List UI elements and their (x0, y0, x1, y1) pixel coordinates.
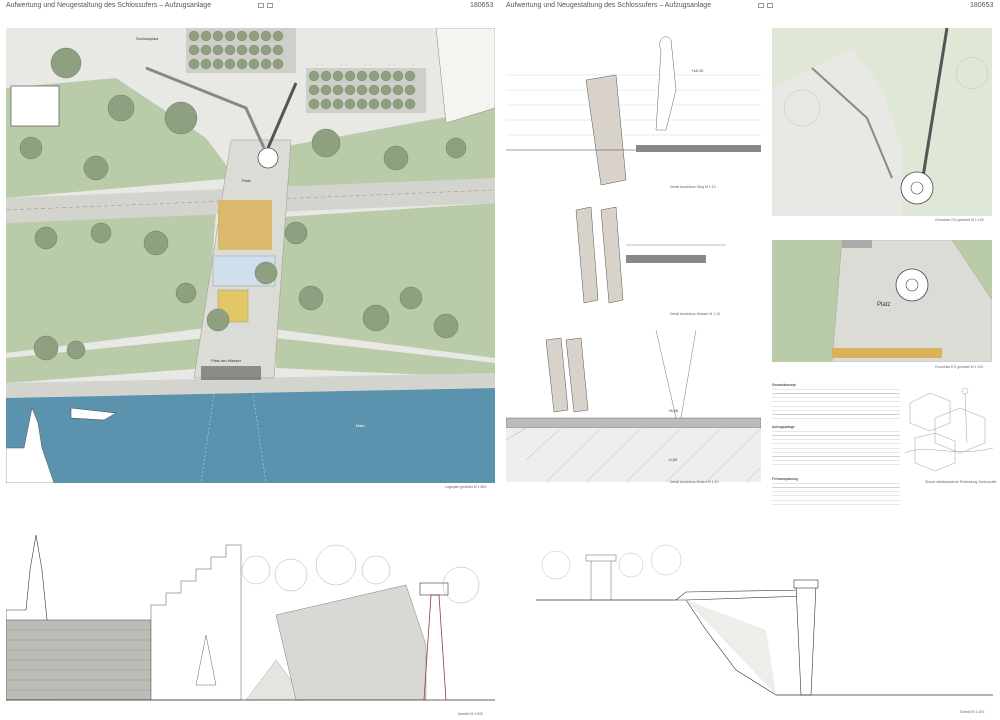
text-section-open-space: Freiraumplanung (772, 477, 900, 506)
section-caption: Schnitt M 1:100 (960, 710, 985, 714)
plan-og (772, 28, 992, 216)
page-icon (767, 3, 773, 8)
elevation-drawing (6, 495, 495, 705)
plan-og-svg (772, 28, 992, 216)
site-plan-drawing (6, 28, 495, 483)
elevation-caption: Ansicht M 1:500 (458, 712, 484, 716)
label-main: Main (356, 423, 365, 428)
level-steg: +18,10 (691, 68, 704, 73)
site-plan: Schlossplatz Platz Platz am Wasser Main (6, 28, 495, 483)
page-icon (258, 3, 264, 8)
label-schlossplatz: Schlossplatz (136, 36, 159, 41)
detail-wasser-svg (575, 206, 726, 304)
detail-wasser (506, 205, 761, 315)
plan-og-caption: Grundriss OG gesüdet M 1:100 (935, 218, 984, 222)
sketch-caption: Skizze städtebauliche Einbindung Schloss… (925, 480, 997, 484)
text-lines (772, 431, 900, 470)
text-section-elevator: Aufzugsanlage (772, 425, 900, 470)
urban-sketch-svg (905, 387, 993, 472)
section-drawing (506, 530, 993, 708)
level-boden-bottom: -0,50 (668, 457, 678, 462)
text-heading: Gesamtkonzept (772, 383, 796, 387)
page-icon (758, 3, 764, 8)
page-icon (267, 3, 273, 8)
text-lines (772, 389, 900, 420)
plan-eg-platz: Platz (877, 302, 891, 308)
detail-wasser-caption: Detail Anschluss Wasser M 1:10 (670, 312, 721, 316)
plan-eg-caption: Grundriss EG gesüdet M 1:100 (935, 365, 984, 369)
text-heading: Aufzugsanlage (772, 425, 795, 429)
header-title-right: Aufwertung und Neugestaltung des Schloss… (506, 2, 712, 9)
text-section-concept: Gesamtkonzept (772, 383, 900, 420)
detail-boden-caption: Detail Anschluss Boden M 1:10 (670, 480, 719, 484)
text-lines (772, 483, 900, 506)
text-heading: Freiraumplanung (772, 477, 799, 481)
detail-steg-svg (506, 36, 761, 186)
header-title-left: Aufwertung und Neugestaltung des Schloss… (6, 2, 212, 9)
detail-boden-svg (506, 330, 761, 482)
plan-eg: Platz (772, 240, 992, 362)
section-svg (506, 530, 993, 708)
site-plan-caption: Lageplan gesüdet M 1:500 (445, 485, 487, 489)
detail-steg: +18,10 (506, 30, 761, 188)
elevation-svg (6, 495, 495, 705)
level-boden-top: +8,60 (668, 408, 679, 413)
urban-sketch (905, 383, 993, 475)
sheet-number-left: 180653 (470, 2, 494, 9)
label-platz: Platz (242, 178, 251, 183)
plan-eg-svg (772, 240, 992, 362)
sheet-number-right: 180653 (970, 2, 994, 9)
detail-steg-caption: Detail Anschluss Steg M 1:10 (670, 185, 716, 189)
detail-boden: +8,60 -0,50 (506, 330, 761, 482)
label-platz-am-wasser: Platz am Wasser (211, 358, 242, 363)
